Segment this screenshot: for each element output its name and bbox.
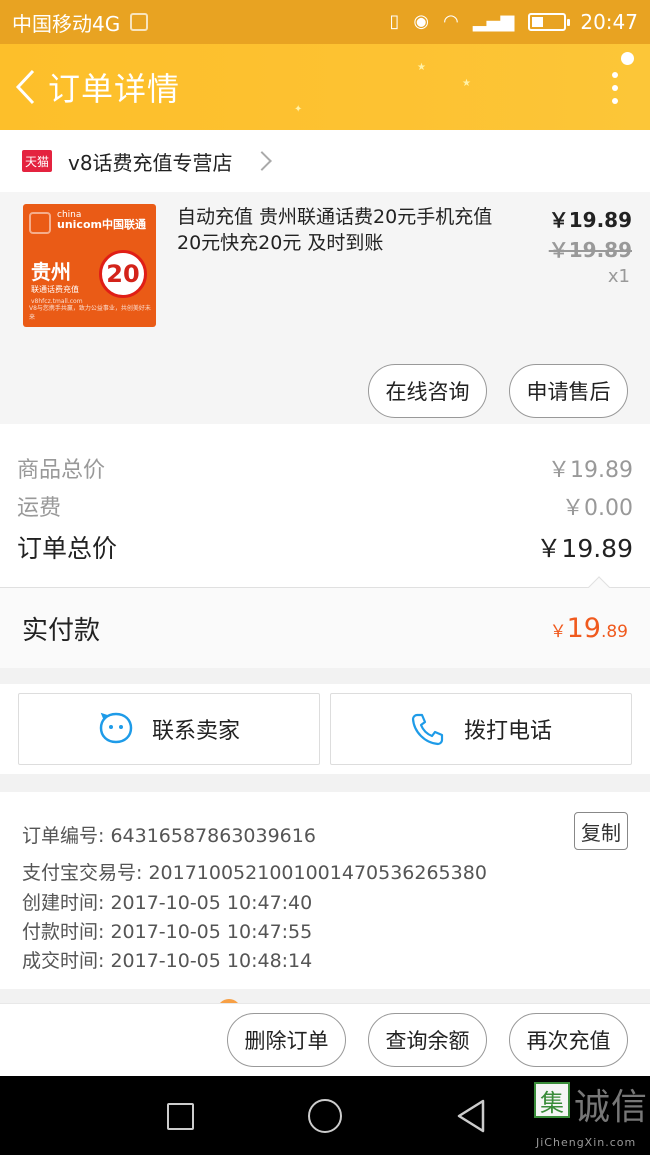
contact-seller-label: 联系卖家 [151, 719, 240, 744]
decor-star-icon: ★ [417, 62, 426, 73]
after-sale-button[interactable]: 申请售后 [509, 364, 628, 418]
thumb-province: 贵州 [31, 260, 71, 284]
unicom-logo-icon [29, 212, 51, 234]
signal-icon: ▂▄▆ [472, 11, 515, 32]
product-price: ￥19.89 [548, 208, 632, 232]
check-balance-button[interactable]: 查询余额 [368, 1013, 487, 1067]
product-original-price: ￥19.89 [548, 238, 632, 262]
shipping-label: 运费 [17, 496, 62, 521]
watermark-text: 诚信 [574, 1087, 649, 1128]
wifi-icon: ◠ [443, 11, 459, 32]
completed-time: 成交时间: 2017-10-05 10:48:14 [22, 950, 313, 972]
created-time: 创建时间: 2017-10-05 10:47:40 [22, 892, 313, 914]
image-notification-icon [130, 13, 149, 31]
more-menu-button[interactable] [610, 72, 620, 104]
order-number: 订单编号: 64316587863039616 [22, 825, 316, 847]
order-info: 订单编号: 64316587863039616 复制 支付宝交易号: 20171… [0, 792, 650, 989]
paid-amount-row: 实付款 ￥19.89 [0, 588, 650, 668]
goods-total-value: ￥19.89 [548, 458, 633, 483]
shipping-row: 运费 ￥0.00 [17, 490, 633, 522]
watermark-sub: JiChengXin.com [536, 1136, 637, 1149]
notification-dot [621, 52, 634, 65]
thumb-brand-cn: 中国联通 [101, 218, 146, 231]
back-button[interactable] [4, 44, 48, 130]
paid-amount: ￥19.89 [550, 613, 628, 644]
thumb-footer: V8与您携手共赢，致力公益事业，共创美好未来 [29, 305, 151, 321]
goods-total-row: 商品总价 ￥19.89 [17, 452, 633, 484]
decor-star-icon: ★ [462, 78, 471, 89]
goods-total-label: 商品总价 [17, 458, 106, 483]
shop-row[interactable]: 天猫 v8话费充值专营店 [0, 130, 650, 192]
phone-icon [411, 713, 444, 746]
chevron-right-icon [251, 151, 272, 171]
shop-name: v8话费充值专营店 [68, 150, 233, 175]
home-button[interactable] [308, 1099, 342, 1133]
thumb-subtitle: 联通话费充值 [31, 285, 79, 294]
contact-seller-button[interactable]: 联系卖家 [18, 693, 320, 765]
recents-button[interactable] [167, 1103, 194, 1130]
product-card: china unicom中国联通 贵州 联通话费充值 20 v8hfcz.tma… [0, 192, 650, 424]
copy-button[interactable]: 复制 [574, 812, 628, 850]
app-header: 订单详情 ★ ★ ✦ [0, 44, 650, 130]
page-title: 订单详情 [48, 70, 181, 108]
call-label: 拨打电话 [463, 719, 552, 744]
call-button[interactable]: 拨打电话 [330, 693, 632, 765]
product-quantity: x1 [607, 266, 630, 287]
thumb-denomination: 20 [99, 250, 147, 298]
product-title[interactable]: 自动充值 贵州联通话费20元手机充值20元快充20元 及时到账 [177, 204, 507, 256]
paid-integer: 19 [566, 612, 601, 644]
status-bar: 中国移动4G ▯ ◉ ◠ ▂▄▆ 20:47 [0, 0, 650, 44]
paid-decimal: .89 [600, 621, 628, 642]
carrier-label: 中国移动4G [12, 11, 121, 36]
delete-order-button[interactable]: 删除订单 [227, 1013, 346, 1067]
order-total-value: ￥19.89 [536, 534, 633, 563]
watermark-mark: 集 [534, 1082, 570, 1118]
chat-bubble-icon [99, 712, 133, 744]
vibrate-icon: ▯ [389, 11, 400, 32]
section-gap [0, 989, 650, 1011]
recharge-again-button[interactable]: 再次充值 [509, 1013, 628, 1067]
price-summary: 商品总价 ￥19.89 运费 ￥0.00 订单总价 ￥19.89 [0, 424, 650, 602]
tmall-badge-icon: 天猫 [22, 150, 52, 172]
contact-section: 联系卖家 拨打电话 [0, 684, 650, 774]
bottom-action-bar: 删除订单 查询余额 再次充值 [0, 1003, 650, 1076]
back-nav-button[interactable] [455, 1098, 487, 1134]
paid-time: 付款时间: 2017-10-05 10:47:55 [22, 921, 313, 943]
thumb-brand-en-2: unicom [57, 218, 102, 231]
decor-star-icon: ✦ [294, 104, 303, 115]
paid-currency: ￥ [549, 621, 567, 642]
battery-icon [528, 13, 571, 31]
eye-comfort-icon: ◉ [413, 11, 430, 32]
product-thumbnail[interactable]: china unicom中国联通 贵州 联通话费充值 20 v8hfcz.tma… [23, 204, 156, 327]
shipping-value: ￥0.00 [562, 496, 633, 521]
clock: 20:47 [580, 10, 638, 34]
alipay-trade-number: 支付宝交易号: 2017100521001001470536265380 [22, 862, 487, 884]
order-total-row: 订单总价 ￥19.89 [17, 529, 633, 565]
back-arrow-icon [15, 69, 35, 105]
order-total-label: 订单总价 [17, 534, 118, 563]
watermark: 集 诚信 JiChengXin.com [534, 1078, 650, 1155]
paid-label: 实付款 [22, 615, 101, 646]
online-consult-button[interactable]: 在线咨询 [368, 364, 487, 418]
